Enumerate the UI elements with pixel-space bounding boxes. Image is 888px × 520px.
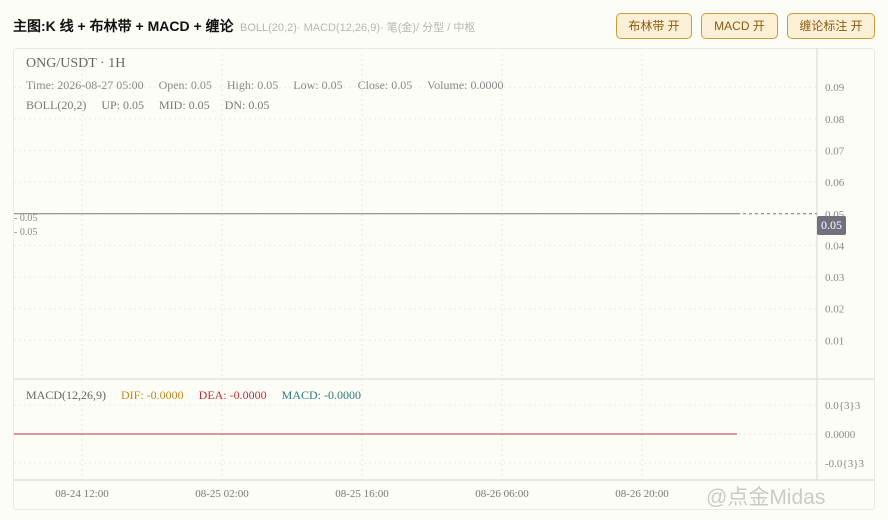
ohlc-readout: Time: 2026-08-27 05:00 Open: 0.05 High: … [26, 78, 516, 93]
time-axis-tick-label: 08-24 12:00 [55, 488, 109, 500]
open-readout: Open: 0.05 [158, 78, 212, 92]
macd-axis-tick-label: 0.0{3}3 [825, 400, 861, 412]
macd-value-readout: MACD: -0.0000 [281, 388, 362, 402]
price-axis-tick-label: 0.08 [825, 114, 845, 126]
price-axis-tick-label: 0.09 [825, 82, 845, 94]
volume-readout: Volume: 0.0000 [427, 78, 504, 92]
time-axis-tick-label: 08-25 02:00 [195, 488, 249, 500]
high-readout: High: 0.05 [226, 78, 279, 92]
price-axis-tick-label: 0.04 [825, 240, 845, 252]
dea-readout: DEA: -0.0000 [198, 388, 267, 402]
time-readout: Time: 2026-08-27 05:00 [26, 78, 144, 92]
symbol-label: ONG/USDT · 1H [26, 56, 126, 71]
macd-axis-tick-label: 0.0000 [825, 429, 856, 441]
price-axis-tick-label: 0.01 [825, 335, 844, 347]
macd-label: MACD(12,26,9) [26, 388, 106, 402]
max-price-marker: - 0.05 [14, 213, 37, 224]
boll-label: BOLL(20,2) [26, 98, 87, 112]
dif-readout: DIF: -0.0000 [121, 388, 184, 402]
price-axis-tick-label: 0.06 [825, 177, 845, 189]
macd-readout: MACD(12,26,9) DIF: -0.0000 DEA: -0.0000 … [26, 388, 373, 403]
macd-axis-tick-label: -0.0{3}3 [825, 458, 864, 470]
watermark: @点金Midas [706, 486, 826, 509]
low-readout: Low: 0.05 [293, 78, 343, 92]
boll-dn-readout: DN: 0.05 [224, 98, 270, 112]
price-axis-tick-label: 0.02 [825, 304, 844, 316]
price-axis-tick-label: 0.07 [825, 146, 845, 158]
boll-mid-readout: MID: 0.05 [159, 98, 210, 112]
boll-up-readout: UP: 0.05 [101, 98, 145, 112]
min-price-marker: - 0.05 [14, 227, 37, 238]
last-price-tag: 0.05 [817, 216, 846, 235]
time-axis-tick-label: 08-25 16:00 [335, 488, 389, 500]
time-axis-tick-label: 08-26 20:00 [615, 488, 669, 500]
boll-readout: BOLL(20,2) UP: 0.05 MID: 0.05 DN: 0.05 [26, 98, 281, 113]
time-axis-tick-label: 08-26 06:00 [475, 488, 529, 500]
price-axis-tick-label: 0.03 [825, 272, 845, 284]
close-readout: Close: 0.05 [357, 78, 413, 92]
